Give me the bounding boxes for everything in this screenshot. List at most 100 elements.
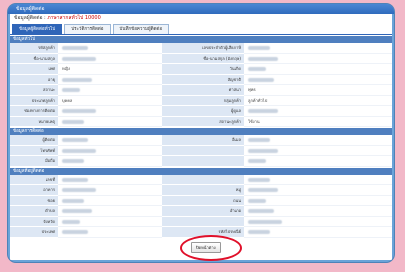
- field-label: มือถือ: [10, 156, 58, 167]
- tab-notes[interactable]: บันทึกข้อความผู้ติดต่อ: [112, 24, 170, 34]
- field-value: [244, 227, 392, 238]
- field-label: เลขประจำตัวผู้เสียภาษี: [162, 43, 244, 54]
- redacted-value: [248, 177, 270, 182]
- field-value: ใช้งาน: [244, 116, 392, 127]
- field-value: [244, 64, 392, 75]
- field-value: [244, 156, 392, 167]
- redacted-value: [62, 159, 84, 163]
- redacted-value: [248, 198, 266, 203]
- field-value: [58, 185, 162, 196]
- redacted-value: [248, 46, 270, 50]
- field-value: [244, 135, 392, 146]
- field-label: อายุ: [10, 74, 58, 85]
- field-label: สถานะ: [10, 85, 58, 96]
- redacted-value: [248, 67, 266, 71]
- field-label: อาคาร: [10, 185, 58, 196]
- field-label: จังหวัด: [10, 216, 58, 227]
- field-value: [58, 145, 162, 156]
- field-value: [244, 185, 392, 196]
- redacted-value: [248, 77, 274, 82]
- field-label: สัญชาติ: [162, 74, 244, 85]
- redacted-value: [248, 109, 278, 113]
- field-label: ชื่อ-นามสกุล (อังกฤษ): [162, 53, 244, 64]
- field-label: ผู้ติดต่อ: [10, 135, 58, 146]
- redacted-value: [248, 56, 278, 61]
- field-value: ลูกค้าทั่วไป: [244, 95, 392, 106]
- redacted-value: [248, 230, 270, 234]
- field-label: ซอย: [10, 195, 58, 206]
- window-subtitle: ข้อมูลผู้ติดต่อ : ภาษาสากลทั่วไป 10000: [10, 14, 392, 23]
- field-value: [244, 174, 392, 185]
- field-label: สถานะลูกค้า: [162, 116, 244, 127]
- field-value: [58, 106, 162, 117]
- field-label: ประเภทลูกค้า: [10, 95, 58, 106]
- redacted-value: [62, 88, 80, 92]
- section-address: ข้อมูลที่อยู่ติดต่อ: [10, 167, 392, 175]
- field-label: กลุ่มลูกค้า: [162, 95, 244, 106]
- section-general: ข้อมูลทั่วไป: [10, 36, 392, 43]
- field-label: เลขที่: [10, 174, 58, 185]
- field-label: ชื่อ-นามสกุล: [10, 53, 58, 64]
- tab-underline: [10, 34, 392, 35]
- redacted-value: [62, 230, 88, 234]
- field-label: หมายเหตุ: [10, 116, 58, 127]
- field-label: ถนน: [162, 195, 244, 206]
- field-label: ศาสนา: [162, 85, 244, 96]
- redacted-value: [62, 148, 96, 153]
- redacted-value: [248, 209, 274, 213]
- field-label: หมู่: [162, 185, 244, 196]
- redacted-value: [62, 188, 96, 192]
- field-value: [244, 195, 392, 206]
- window-body: ข้อมูลผู้ติดต่อ : ภาษาสากลทั่วไป 10000 ข…: [10, 14, 392, 261]
- field-label: วันเกิด: [162, 64, 244, 75]
- field-value: บุคคล: [58, 95, 162, 106]
- close-window-button[interactable]: ปิดหน้าต่าง: [191, 241, 221, 253]
- field-value: [244, 53, 392, 64]
- field-value: [58, 174, 162, 185]
- redacted-value: [248, 159, 266, 163]
- subtitle-prefix: ข้อมูลผู้ติดต่อ :: [14, 15, 48, 21]
- field-label: อีเมล: [162, 135, 244, 146]
- field-value: [244, 216, 392, 227]
- field-value: [58, 216, 162, 227]
- tab-bar: ข้อมูลผู้ติดต่อทั่วไป ประวัติการติดต่อ บ…: [10, 24, 392, 34]
- redacted-value: [62, 209, 92, 213]
- subtitle-value: ภาษาสากลทั่วไป 10000: [47, 15, 101, 21]
- field-value: [58, 74, 162, 85]
- general-grid: รหัสลูกค้า เลขประจำตัวผู้เสียภาษี ชื่อ-นาม…: [10, 43, 392, 127]
- redacted-value: [248, 188, 278, 192]
- field-label: เพศ: [10, 64, 58, 75]
- field-value: [244, 106, 392, 117]
- redacted-value: [62, 109, 96, 113]
- field-value: [58, 85, 162, 96]
- field-label: ผู้ดูแล: [162, 106, 244, 117]
- field-value: [58, 206, 162, 217]
- window-titlebar: ข้อมูลผู้ติดต่อ: [8, 4, 394, 14]
- field-label: [162, 174, 244, 185]
- redacted-value: [62, 138, 88, 142]
- field-label: [162, 216, 244, 227]
- redacted-value: [248, 219, 282, 224]
- tab-history[interactable]: ประวัติการติดต่อ: [64, 24, 111, 34]
- field-label: รหัสลูกค้า: [10, 43, 58, 54]
- redacted-value: [62, 77, 92, 82]
- field-value: [58, 116, 162, 127]
- address-grid: เลขที่ อาคาร หมู่ ซอย ถนน ตำบล อำเภอ จังหวัด ประ…: [10, 174, 392, 238]
- field-label: ช่องทางการติดต่อ: [10, 106, 58, 117]
- redacted-value: [248, 138, 270, 142]
- field-label: อำเภอ: [162, 206, 244, 217]
- field-value: [58, 135, 162, 146]
- field-label: ประเทศ: [10, 227, 58, 238]
- field-value: [244, 206, 392, 217]
- footer-bar: ปิดหน้าต่าง: [10, 234, 392, 261]
- redacted-value: [62, 177, 88, 182]
- field-value: [244, 74, 392, 85]
- field-value: [58, 156, 162, 167]
- field-value: [58, 43, 162, 54]
- tab-general[interactable]: ข้อมูลผู้ติดต่อทั่วไป: [12, 24, 63, 34]
- field-value: [58, 195, 162, 206]
- field-value: หญิง: [58, 64, 162, 75]
- field-value: [58, 227, 162, 238]
- field-value: [244, 43, 392, 54]
- field-value: [244, 145, 392, 156]
